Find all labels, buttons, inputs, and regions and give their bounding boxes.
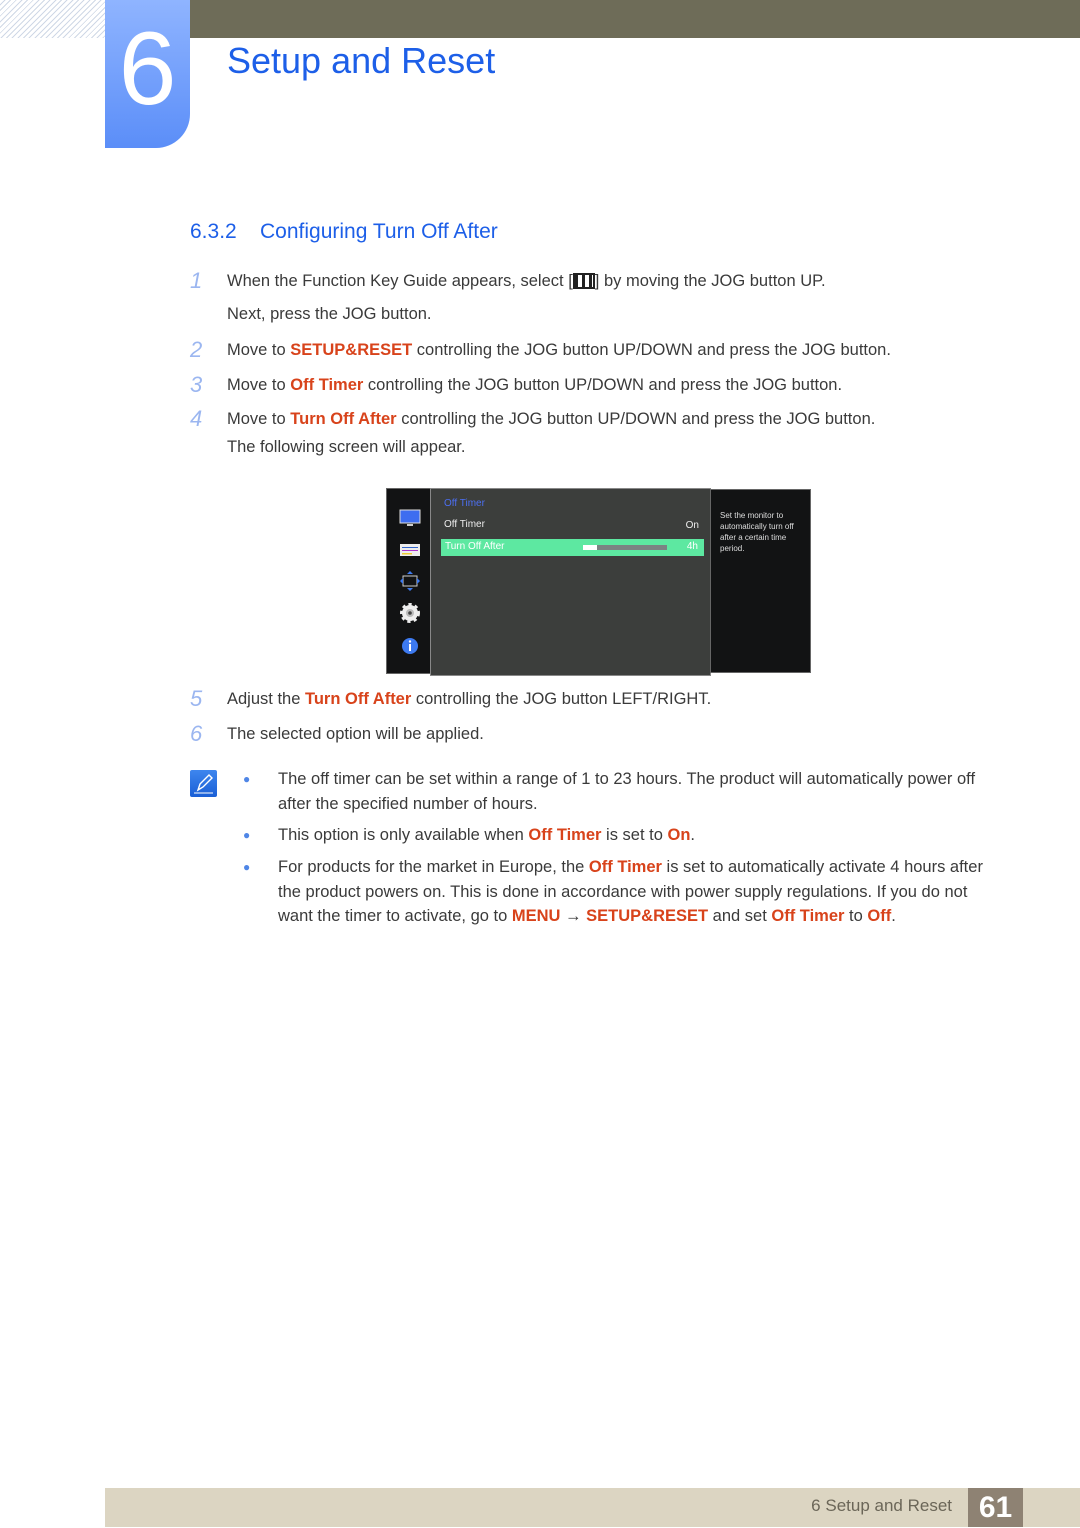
page-number: 61: [968, 1488, 1023, 1527]
osd-menu: Off Timer Off Timer On Turn Off After 4h: [430, 488, 711, 676]
highlight-term: Off Timer: [290, 376, 364, 394]
note-icon: [190, 770, 217, 797]
osd-sidebar: [386, 488, 432, 674]
osd-screenshot: Off Timer Off Timer On Turn Off After 4h…: [386, 488, 811, 676]
position-icon: [400, 571, 420, 591]
info-icon: [402, 638, 418, 654]
section-number: 6.3.2: [190, 220, 237, 243]
slider-fill: [583, 545, 598, 550]
monitor-icon: [399, 509, 421, 526]
highlight-term: Turn Off After: [304, 690, 412, 708]
page-footer: 6 Setup and Reset 61: [105, 1488, 1080, 1527]
step-text: The selected option will be applied.: [227, 725, 484, 743]
bullet-dot: ●: [243, 860, 251, 874]
osd-row-value: 4h: [686, 541, 698, 552]
step-text: When the Function Key Guide appears, sel…: [227, 272, 826, 290]
chapter-tab: 6: [105, 0, 190, 148]
header-bar: [190, 0, 1080, 38]
menu-key-icon: [572, 273, 595, 289]
highlight-term: Off Timer: [528, 826, 602, 844]
osd-help-text: Set the monitor to automatically turn of…: [720, 511, 794, 553]
turn-off-after-slider[interactable]: [583, 545, 667, 550]
section-heading: Configuring Turn Off After: [260, 220, 498, 243]
gear-icon: [400, 603, 420, 623]
osd-row-turn-off-after[interactable]: Turn Off After 4h: [441, 539, 704, 556]
chapter-number: 6: [118, 11, 177, 127]
step-number: 3: [190, 372, 203, 397]
osd-menu-header: Off Timer: [444, 498, 485, 509]
chapter-title: Setup and Reset: [227, 40, 496, 81]
bullet-dot: ●: [243, 828, 251, 842]
highlight-term: SETUP&RESET: [290, 341, 413, 359]
step-number: 5: [190, 686, 203, 711]
bullet-dot: ●: [243, 772, 251, 786]
osd-row-off-timer[interactable]: Off Timer: [444, 519, 485, 530]
highlight-term: On: [667, 826, 691, 844]
picture-settings-icon: [400, 544, 420, 556]
step-number: 2: [190, 337, 203, 362]
step-text-cont: The following screen will appear.: [227, 438, 466, 456]
footer-chapter: 6 Setup and Reset: [811, 1496, 952, 1515]
osd-row-value: On: [685, 520, 699, 531]
section-title: 6.3.2 Configuring Turn Off After: [190, 220, 498, 244]
osd-row-label: Turn Off After: [445, 541, 505, 552]
step-number: 1: [190, 268, 203, 293]
osd-help-panel: Set the monitor to automatically turn of…: [710, 489, 811, 673]
header-hatch: [0, 0, 105, 38]
highlight-term: Turn Off After: [290, 410, 397, 428]
step-text-cont: Next, press the JOG button.: [227, 305, 432, 323]
step-number: 6: [190, 721, 203, 746]
step-number: 4: [190, 406, 203, 431]
